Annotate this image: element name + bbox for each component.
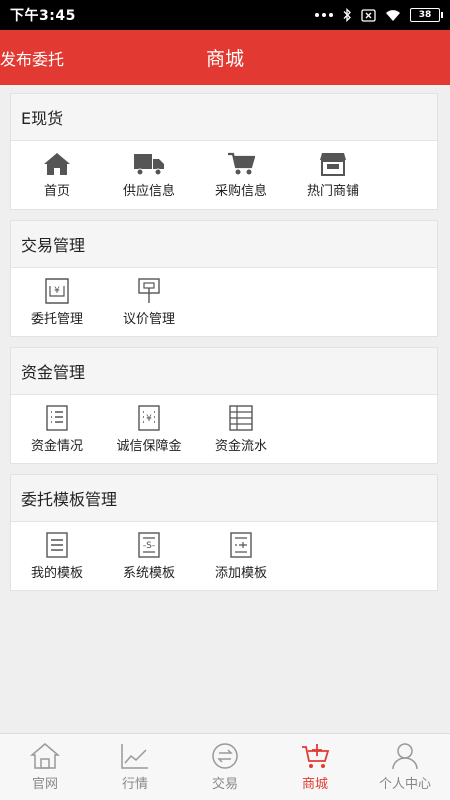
add-template-icon	[230, 531, 252, 558]
mall-cart-icon	[302, 744, 330, 768]
menu-item-label: 系统模板	[122, 565, 175, 581]
menu-item-system-templates[interactable]: -S- 系统模板	[103, 531, 195, 581]
tab-label: 个人中心	[378, 777, 431, 792]
tab-mall[interactable]: 商城	[270, 734, 360, 800]
section-items: ¥ 委托管理 议价管理	[11, 268, 437, 336]
shop-icon	[320, 152, 346, 176]
section-title: E现货	[11, 94, 437, 141]
exchange-icon	[212, 743, 238, 769]
tab-label: 行情	[121, 777, 148, 792]
svg-text:¥: ¥	[146, 414, 152, 424]
wifi-icon	[386, 9, 400, 21]
section-template-management: 委托模板管理 我的模板 -S- 系统模板 添加模板	[10, 474, 438, 591]
sign-board-icon	[138, 277, 160, 303]
home-icon	[44, 152, 70, 175]
publish-entrust-button[interactable]: 发布委托	[0, 46, 64, 70]
menu-item-label: 热门商铺	[306, 183, 359, 199]
section-items: 我的模板 -S- 系统模板 添加模板	[11, 522, 437, 590]
section-title: 资金管理	[11, 348, 437, 395]
section-title: 交易管理	[11, 221, 437, 268]
tab-official-site[interactable]: 官网	[0, 734, 90, 800]
menu-item-label: 供应信息	[122, 183, 175, 199]
menu-item-home[interactable]: 首页	[11, 152, 103, 199]
status-time: 下午3:45	[10, 8, 76, 24]
menu-item-label: 议价管理	[122, 311, 175, 327]
battery-icon: 38	[410, 8, 443, 22]
app-header: 发布委托 商城	[0, 30, 450, 85]
home-outline-icon	[30, 743, 60, 769]
menu-item-supply[interactable]: 供应信息	[103, 152, 195, 199]
template-icon	[46, 531, 68, 558]
yen-list-icon: ¥	[138, 404, 160, 431]
menu-item-add-template[interactable]: 添加模板	[195, 531, 287, 581]
chart-icon	[121, 744, 148, 769]
yen-document-icon: ¥	[45, 277, 69, 304]
menu-item-label: 委托管理	[30, 311, 83, 327]
more-dots-icon	[315, 13, 333, 17]
section-e-spot: E现货 首页 供应信息 采购信息 热门商铺	[10, 93, 438, 210]
menu-item-label: 资金流水	[214, 438, 267, 454]
s-template-icon: -S-	[138, 531, 160, 558]
menu-item-purchase[interactable]: 采购信息	[195, 152, 287, 199]
menu-item-label: 资金情况	[30, 438, 83, 454]
menu-item-fund-flow[interactable]: 资金流水	[195, 404, 287, 454]
svg-text:¥: ¥	[54, 286, 60, 296]
status-bar: 下午3:45 38	[0, 0, 450, 30]
menu-item-integrity-deposit[interactable]: ¥ 诚信保障金	[103, 404, 195, 454]
list-document-icon	[46, 404, 68, 431]
section-fund-management: 资金管理 资金情况 ¥ 诚信保障金 资金流水	[10, 347, 438, 464]
menu-item-label: 首页	[43, 183, 70, 199]
bluetooth-icon	[343, 8, 351, 22]
menu-item-hot-shops[interactable]: 热门商铺	[287, 152, 379, 199]
main-content: E现货 首页 供应信息 采购信息 热门商铺 交易管理 ¥ 委托管理 议价管理 资…	[10, 93, 438, 601]
person-icon	[392, 743, 418, 770]
menu-item-label: 诚信保障金	[116, 438, 182, 454]
truck-icon	[134, 153, 164, 175]
section-items: 资金情况 ¥ 诚信保障金 资金流水	[11, 395, 437, 463]
tab-market[interactable]: 行情	[90, 734, 180, 800]
ledger-icon	[229, 404, 253, 431]
section-items: 首页 供应信息 采购信息 热门商铺	[11, 141, 437, 209]
menu-item-bargain-management[interactable]: 议价管理	[103, 277, 195, 327]
cart-icon	[228, 152, 255, 174]
menu-item-label: 采购信息	[214, 183, 267, 199]
bottom-tab-bar: 官网 行情 交易 商城 个人中心	[0, 733, 450, 800]
menu-item-my-templates[interactable]: 我的模板	[11, 531, 103, 581]
no-sim-icon	[361, 8, 376, 22]
tab-trade[interactable]: 交易	[180, 734, 270, 800]
tab-label: 官网	[31, 777, 58, 792]
tab-personal-center[interactable]: 个人中心	[360, 734, 450, 800]
page-title: 商城	[205, 48, 244, 70]
svg-text:-S-: -S-	[143, 541, 155, 551]
menu-item-entrust-management[interactable]: ¥ 委托管理	[11, 277, 103, 327]
menu-item-label: 添加模板	[214, 565, 267, 581]
status-icons: 38	[315, 8, 443, 22]
section-title: 委托模板管理	[11, 475, 437, 522]
menu-item-fund-status[interactable]: 资金情况	[11, 404, 103, 454]
tab-label: 商城	[301, 777, 328, 792]
tab-label: 交易	[211, 777, 238, 792]
section-trade-management: 交易管理 ¥ 委托管理 议价管理	[10, 220, 438, 337]
menu-item-label: 我的模板	[30, 565, 83, 581]
